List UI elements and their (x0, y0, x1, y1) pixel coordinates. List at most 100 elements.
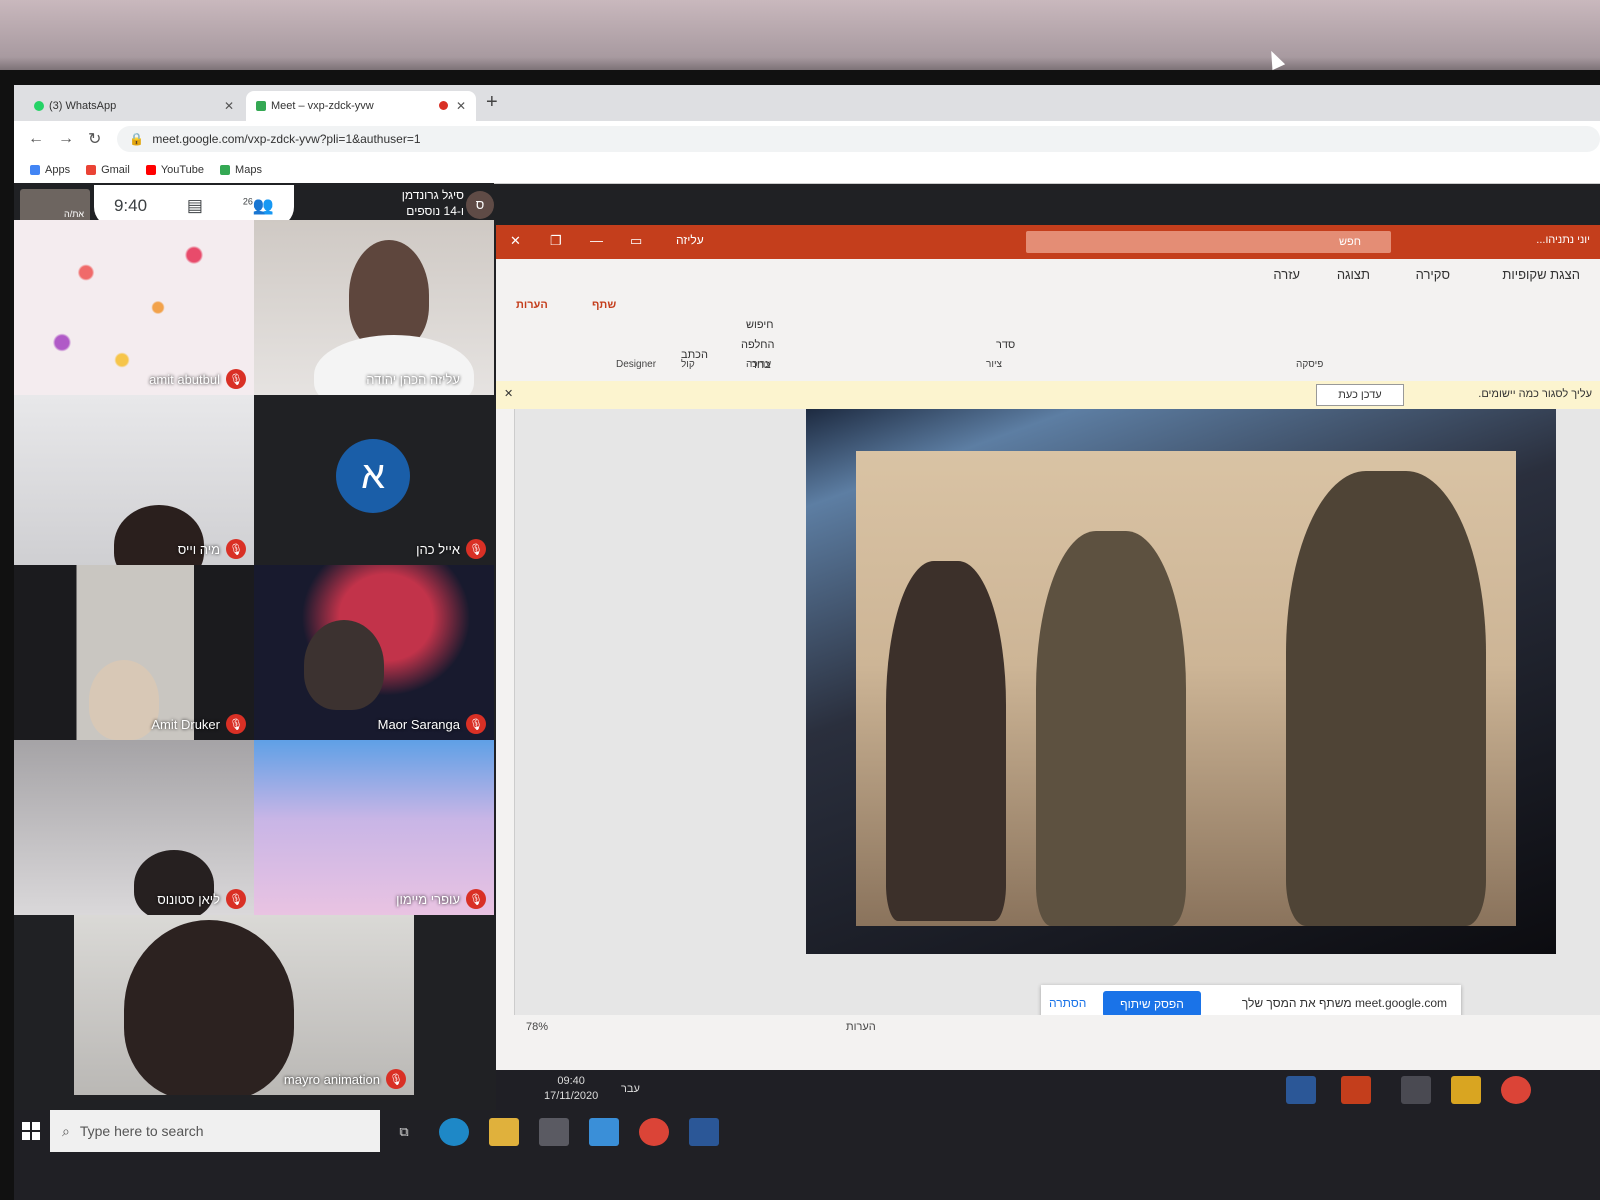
tab-review[interactable]: סקירה (1416, 267, 1450, 282)
remote-taskbar: 09:40 17/11/2020 עבר (496, 1070, 1600, 1110)
lock-icon: 🔒 (129, 132, 145, 146)
recording-icon (438, 101, 448, 110)
close-window-icon[interactable]: ✕ (510, 233, 521, 249)
mic-muted-icon: 🎙 (386, 1069, 406, 1089)
bookmark-label: Gmail (101, 164, 130, 176)
store-icon[interactable] (1401, 1076, 1431, 1104)
video-tile[interactable]: עופרי מיימון 🎙 (254, 740, 494, 915)
mail-icon[interactable] (589, 1118, 619, 1146)
bookmark-label: YouTube (160, 164, 205, 176)
ribbon-tabs: הצגת שקופיות סקירה תצוגה עזרה (496, 259, 1600, 289)
participants-count: 26 (242, 196, 253, 207)
share-message: meet.google.com משתף את המסך שלך (1241, 996, 1447, 1010)
powerpoint-window: ✕ ❐ — ▭ עליזה חפש יוני נתניהו... הצגת שק… (496, 225, 1600, 1070)
self-view-label: את/ה (64, 209, 85, 219)
slide-canvas (496, 409, 1600, 1015)
tab-help[interactable]: עזרה (1273, 267, 1300, 282)
video-tile[interactable]: Maor Saranga 🎙 (254, 565, 494, 740)
tab-whatsapp[interactable]: (3) WhatsApp ✕ (24, 91, 244, 121)
slide[interactable] (806, 409, 1556, 954)
ribbon-display-icon[interactable]: ▭ (630, 233, 642, 249)
close-tab-icon[interactable]: ✕ (456, 99, 466, 113)
video-tile[interactable]: א אייל כהן 🎙 (254, 395, 494, 565)
remote-time: 09:40 (557, 1075, 585, 1087)
notification-text: עליך לסגור כמה יישומים. (1478, 388, 1592, 400)
zoom-level[interactable]: 78% (526, 1021, 548, 1033)
mic-muted-icon: 🎙 (466, 539, 486, 559)
apps-grid-icon (30, 165, 40, 175)
arrange-button[interactable]: סדר (996, 339, 1015, 351)
presenter-avatar: ס (466, 191, 494, 219)
minimize-window-icon[interactable]: — (590, 233, 603, 248)
video-tile[interactable]: ליאן סטונוס 🎙 (14, 740, 254, 915)
notes-button[interactable]: הערות (846, 1021, 876, 1033)
edge-icon[interactable] (439, 1118, 469, 1146)
search-placeholder: Type here to search (79, 1123, 204, 1139)
search-input[interactable]: חפש (1026, 231, 1391, 253)
video-tile[interactable]: Amit Druker 🎙 (14, 565, 254, 740)
tab-view[interactable]: תצוגה (1337, 267, 1370, 282)
bookmark-apps[interactable]: Apps (30, 164, 70, 176)
ribbon-group-drawing: ציור (986, 359, 1002, 370)
hide-button[interactable]: הסתרה (1049, 996, 1086, 1010)
video-tile[interactable]: mayro animation 🎙 (74, 915, 414, 1095)
new-tab-button[interactable]: + (486, 91, 498, 114)
tab-meet[interactable]: Meet – vxp-zdck-yvw ✕ (246, 91, 476, 121)
ribbon-group-designer: Designer (616, 359, 657, 370)
participant-name: Maor Saranga (377, 717, 460, 732)
bookmark-youtube[interactable]: YouTube (145, 164, 205, 176)
meeting-time: 9:40 (113, 196, 148, 215)
stop-sharing-button[interactable]: הפסק שיתוף (1103, 991, 1201, 1017)
language-indicator[interactable]: עבר (621, 1083, 640, 1095)
mic-muted-icon: 🎙 (226, 714, 246, 734)
participant-avatar: א (336, 439, 410, 513)
chat-icon[interactable]: ▤ (187, 196, 203, 216)
participant-name: mayro animation (283, 1072, 380, 1087)
tab-label: (3) WhatsApp (49, 100, 117, 112)
participants-button[interactable]: 26👥 (243, 196, 274, 216)
close-tab-icon[interactable]: ✕ (224, 99, 234, 113)
folder-icon[interactable] (1451, 1076, 1481, 1104)
update-now-button[interactable]: עדכן כעת (1316, 384, 1404, 406)
vertical-scrollbar[interactable] (496, 409, 515, 1015)
participant-name: amit abutbul (149, 372, 220, 387)
powerpoint-icon[interactable] (1341, 1076, 1371, 1104)
replace-button[interactable]: החלפה (741, 339, 775, 351)
gmail-icon (86, 165, 97, 175)
chrome-icon[interactable] (639, 1118, 669, 1146)
restore-window-icon[interactable]: ❐ (550, 233, 562, 249)
taskbar-search-input[interactable]: ⌕ Type here to search (50, 1110, 380, 1152)
close-notification-icon[interactable]: ✕ (504, 387, 513, 400)
participant-figure (89, 660, 159, 740)
bookmark-label: Maps (235, 164, 262, 176)
account-name[interactable]: עליזה (676, 233, 704, 247)
share-button[interactable]: שתף (592, 299, 616, 311)
participant-name: עליזה הכהן יהודה (366, 372, 460, 387)
store-icon[interactable] (539, 1118, 569, 1146)
address-bar-row: ← → ↻ 🔒 meet.google.com/vxp-zdck-yvw?pli… (14, 121, 1600, 157)
find-button[interactable]: חיפוש (746, 319, 773, 331)
figure (886, 561, 1006, 921)
reload-icon[interactable]: ↻ (88, 129, 101, 149)
video-tile[interactable]: מיה וייס 🎙 (14, 395, 254, 565)
update-notification-bar: עליך לסגור כמה יישומים. עדכן כעת ✕ (496, 381, 1600, 410)
back-icon[interactable]: ← (28, 130, 44, 148)
bookmark-maps[interactable]: Maps (220, 164, 262, 176)
video-tile[interactable]: amit abutbul 🎙 (14, 220, 254, 395)
task-view-icon[interactable]: ⧉ (389, 1118, 419, 1146)
comments-button[interactable]: הערות (516, 299, 548, 311)
bookmark-gmail[interactable]: Gmail (86, 164, 130, 176)
video-tile[interactable]: עליזה הכהן יהודה (254, 220, 494, 395)
ribbon: הערות שתף הכתב חיפוש החלפה בחר סדר פיסקה… (496, 289, 1600, 382)
tab-slideshow[interactable]: הצגת שקופיות (1502, 267, 1580, 282)
chrome-icon[interactable] (1501, 1076, 1531, 1104)
word-icon[interactable] (1286, 1076, 1316, 1104)
url-input[interactable]: 🔒 meet.google.com/vxp-zdck-yvw?pli=1&aut… (117, 126, 1600, 152)
word-icon[interactable] (689, 1118, 719, 1146)
forward-icon[interactable]: → (58, 130, 74, 148)
ribbon-group-editing: עריכה (746, 359, 772, 370)
participant-name: עופרי מיימון (396, 892, 460, 907)
file-explorer-icon[interactable] (489, 1118, 519, 1146)
windows-start-icon[interactable] (22, 1122, 40, 1140)
powerpoint-title-bar: ✕ ❐ — ▭ עליזה חפש יוני נתניהו... (496, 225, 1600, 259)
